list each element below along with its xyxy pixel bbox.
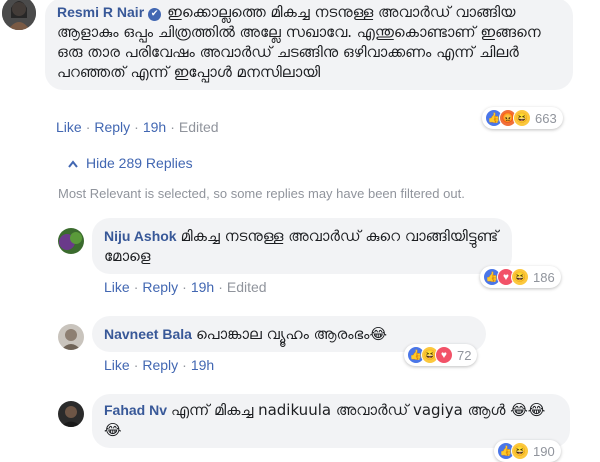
avatar-image [58,401,84,427]
avatar-image [58,324,84,350]
haha-icon: 😆 [511,268,529,286]
reply-link[interactable]: Reply [94,119,130,135]
avatar-navneet[interactable] [58,324,84,350]
love-icon: ♥ [435,346,453,364]
relevance-note: Most Relevant is selected, so some repli… [58,186,465,201]
reaction-summary-resmi[interactable]: 👍 😡 😆 663 [482,107,563,129]
reaction-count: 190 [533,443,555,459]
comment-actions-resmi: Like · Reply · 19h · Edited [56,119,219,135]
reaction-count: 186 [533,269,555,285]
hide-replies-link[interactable]: Hide 289 Replies [68,155,193,171]
reply-bubble-fahad: Fahad Nv എന്ന് മികച്ച nadikuula അവാർഡ് va… [92,394,570,448]
haha-icon: 😆 [513,109,531,127]
like-link[interactable]: Like [104,279,130,295]
reply-actions-niju: Like · Reply · 19h · Edited [104,279,267,295]
timestamp[interactable]: 19h [143,119,166,135]
avatar-niju[interactable] [58,228,84,254]
reply-author-name[interactable]: Fahad Nv [104,402,167,418]
reply-bubble-niju: Niju Ashok മികച്ച നടനുള്ള അവാർഡ് കുറെ വാങ… [92,218,512,274]
reaction-summary-niju[interactable]: 👍 ♥ 😆 186 [480,266,561,288]
reply-actions-navneet: Like · Reply · 19h [104,357,215,373]
reply-author-name[interactable]: Niju Ashok [104,228,177,244]
reaction-count: 72 [457,347,472,363]
like-link[interactable]: Like [104,357,130,373]
edited-label[interactable]: Edited [227,279,267,295]
reply-text: എന്ന് മികച്ച nadikuula അവാർഡ് vagiya ആൾ … [104,401,546,439]
reply-link[interactable]: Reply [142,279,178,295]
haha-icon: 😆 [511,442,529,460]
comment-author-name[interactable]: Resmi R Nair [57,4,144,20]
timestamp[interactable]: 19h [191,279,214,295]
avatar-resmi[interactable] [2,0,36,30]
reaction-count: 663 [535,110,557,126]
avatar-image [2,0,36,30]
reply-text: പൊങ്കാല വ്യൂഹം ആരംഭം😂 [195,325,387,343]
hide-replies-label: Hide 289 Replies [86,155,193,171]
reaction-summary-fahad[interactable]: 👍 😆 190 [494,440,561,462]
reaction-summary-navneet[interactable]: 👍 😆 ♥ 72 [404,344,478,366]
avatar-image [58,228,84,254]
like-link[interactable]: Like [56,119,82,135]
timestamp[interactable]: 19h [191,357,214,373]
reply-author-name[interactable]: Navneet Bala [104,326,192,342]
avatar-fahad[interactable] [58,401,84,427]
edited-label[interactable]: Edited [179,119,219,135]
verified-badge-icon: ✔ [148,8,162,21]
reply-link[interactable]: Reply [142,357,178,373]
chevron-up-icon [68,155,78,171]
comment-bubble-resmi: Resmi R Nair ✔ ഇക്കൊല്ലത്തെ മികച്ച നടനുള്ള… [45,0,573,90]
